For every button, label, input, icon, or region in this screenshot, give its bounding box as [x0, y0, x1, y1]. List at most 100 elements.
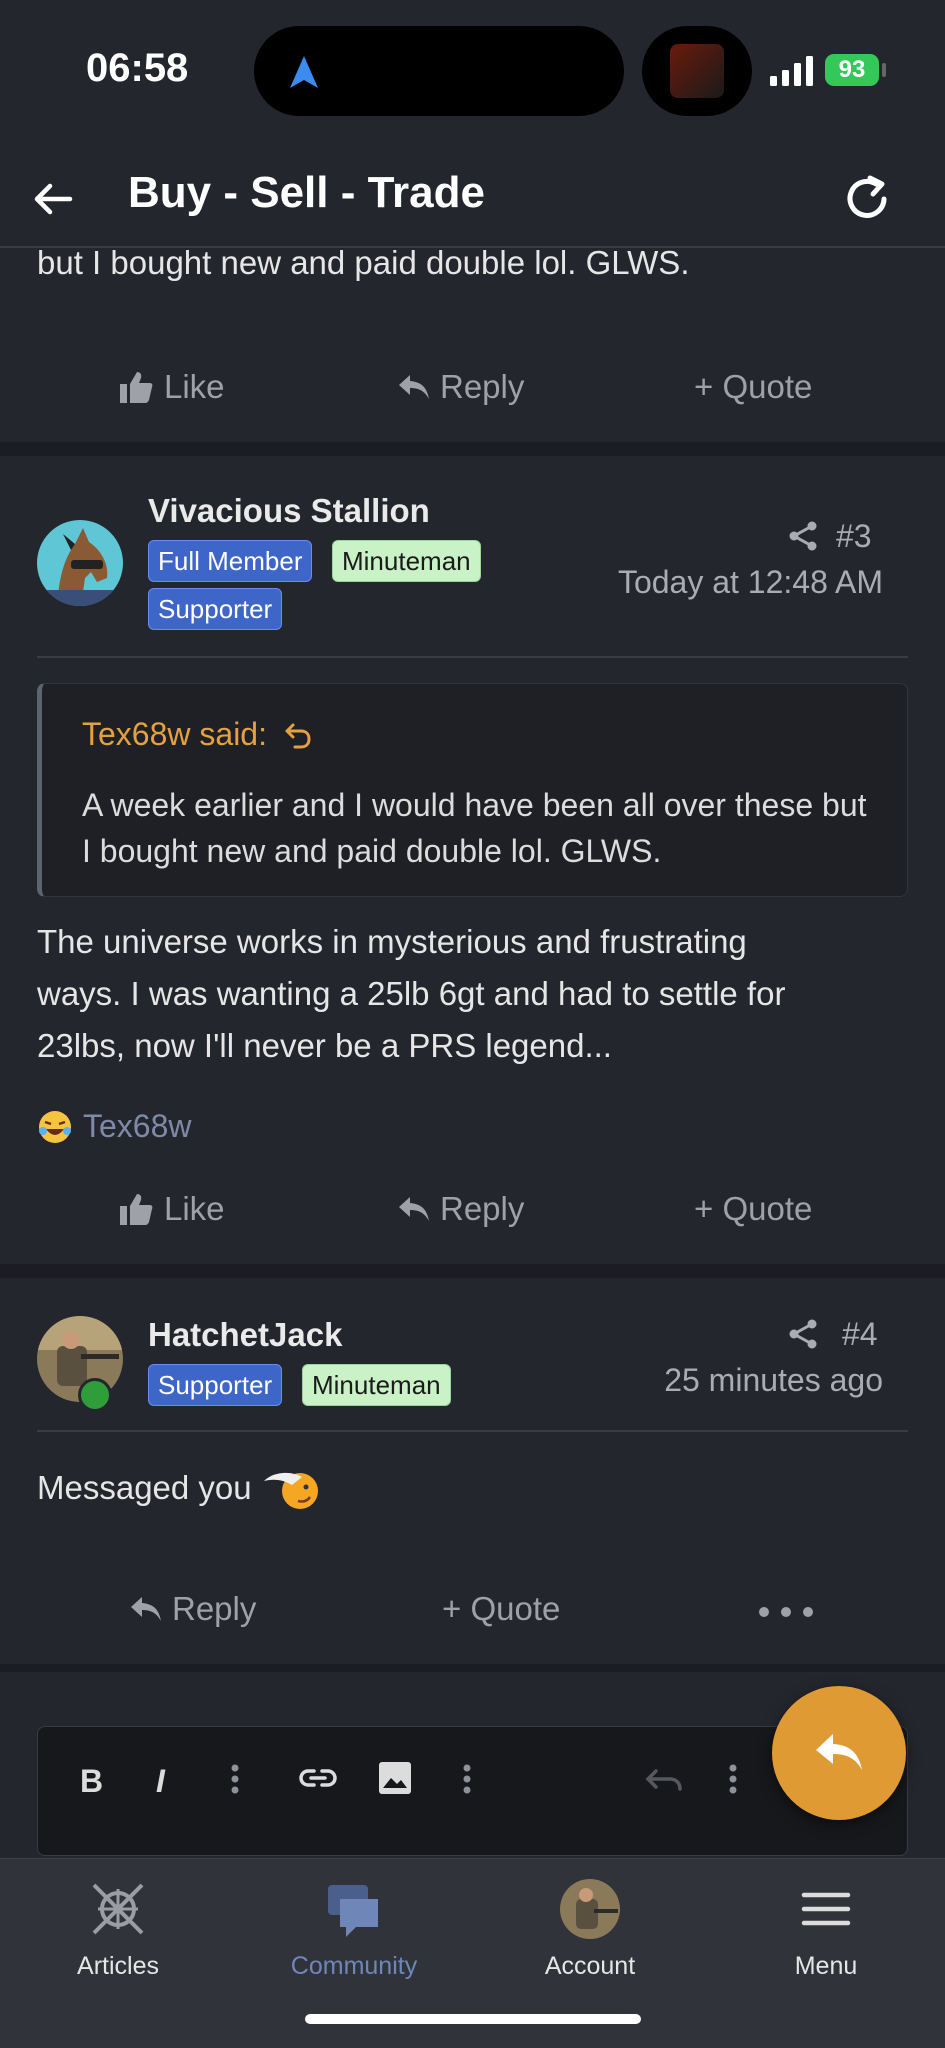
- like-label: Like: [164, 368, 225, 405]
- reply-button[interactable]: Reply: [398, 368, 524, 406]
- bold-button[interactable]: B: [80, 1763, 103, 1800]
- thumbs-up-icon: [120, 372, 153, 403]
- post-separator: [0, 1664, 945, 1672]
- more-options-button[interactable]: [756, 1606, 816, 1618]
- reply-fab-button[interactable]: [772, 1686, 906, 1820]
- post-timestamp[interactable]: Today at 12:48 AM: [618, 564, 883, 601]
- more-text-options-icon[interactable]: [230, 1763, 240, 1795]
- location-arrow-icon: [290, 56, 318, 88]
- post-number[interactable]: #4: [842, 1316, 878, 1353]
- post-actions: Reply + Quote: [0, 1580, 945, 1650]
- quote-button[interactable]: + Quote: [694, 368, 812, 406]
- status-time: 06:58: [86, 46, 189, 90]
- reaction-user[interactable]: Tex68w: [83, 1108, 192, 1145]
- post-body: The universe works in mysterious and fru…: [37, 916, 785, 1072]
- post-username[interactable]: Vivacious Stallion: [148, 492, 430, 530]
- share-icon[interactable]: [788, 520, 818, 552]
- signal-icon: [770, 56, 813, 86]
- chat-bubbles-icon: [328, 1885, 378, 1937]
- tab-community[interactable]: Community: [254, 1877, 454, 1981]
- podcast-artwork: [670, 44, 724, 98]
- quote-text: A week earlier and I would have been all…: [82, 787, 867, 869]
- post-body-line: 23lbs, now I'll never be a PRS legend...: [37, 1027, 612, 1064]
- thread-header: Buy - Sell - Trade: [0, 140, 945, 248]
- badge-supporter: Supporter: [148, 588, 283, 630]
- more-dots-icon: [759, 1607, 813, 1617]
- horse-avatar-icon: [37, 520, 123, 606]
- reply-label: Reply: [440, 368, 525, 405]
- like-label: Like: [164, 1190, 225, 1227]
- link-icon[interactable]: [298, 1765, 338, 1791]
- quote-author-label: Tex68w said:: [82, 716, 267, 752]
- reply-arrow-icon: [399, 1197, 429, 1221]
- reaction-summary[interactable]: Tex68w: [37, 1108, 192, 1145]
- online-status-icon: [78, 1378, 112, 1412]
- more-insert-options-icon[interactable]: [462, 1763, 472, 1795]
- badge-supporter: Supporter: [148, 1364, 283, 1406]
- now-playing-island[interactable]: [642, 26, 752, 116]
- tab-menu[interactable]: Menu: [726, 1877, 926, 1981]
- thumbs-up-icon: [120, 1194, 153, 1225]
- reply-label: Reply: [172, 1590, 257, 1627]
- reply-arrow-icon: [399, 375, 429, 399]
- saluting-face-emoji-icon: [263, 1472, 318, 1509]
- post-number[interactable]: #3: [836, 518, 872, 555]
- quote-button[interactable]: + Quote: [694, 1190, 812, 1228]
- reply-arrow-icon: [131, 1597, 161, 1621]
- tab-label: Articles: [77, 1952, 159, 1980]
- reply-button[interactable]: Reply: [130, 1590, 256, 1628]
- tab-articles[interactable]: Articles: [18, 1877, 218, 1981]
- back-arrow-icon[interactable]: [30, 176, 76, 222]
- badge-minuteman: Minuteman: [302, 1364, 451, 1406]
- post-timestamp[interactable]: 25 minutes ago: [664, 1362, 883, 1399]
- badge-full-member: Full Member: [148, 540, 313, 582]
- reply-arrow-icon: [816, 1734, 862, 1770]
- tab-account[interactable]: Account: [490, 1877, 690, 1981]
- post-header-divider: [37, 656, 908, 658]
- battery-indicator: 93: [825, 54, 879, 86]
- quote-author[interactable]: Tex68w said:: [82, 716, 312, 753]
- status-bar: 06:58 93: [0, 0, 945, 140]
- post-body-line: ways. I was wanting a 25lb 6gt and had t…: [37, 975, 786, 1012]
- quote-button[interactable]: + Quote: [442, 1590, 560, 1628]
- battery-level: 93: [838, 56, 866, 83]
- tab-label: Account: [544, 1952, 636, 1980]
- home-indicator[interactable]: [305, 2014, 641, 2024]
- italic-button[interactable]: I: [156, 1763, 165, 1800]
- reply-label: Reply: [440, 1190, 525, 1227]
- quoted-message: Tex68w said: A week earlier and I would …: [37, 683, 908, 897]
- like-button[interactable]: Like: [118, 368, 225, 406]
- previous-post-actions: Like Reply + Quote: [0, 358, 945, 428]
- tab-label: Menu: [794, 1952, 858, 1980]
- post-header-divider: [37, 1430, 908, 1432]
- post-body-text: Messaged you: [37, 1469, 252, 1506]
- tab-label: Community: [290, 1952, 418, 1980]
- page-title: Buy - Sell - Trade: [128, 168, 485, 217]
- post-body: Messaged you: [37, 1462, 320, 1514]
- quote-label: + Quote: [694, 1190, 813, 1227]
- more-editor-options-icon[interactable]: [728, 1763, 738, 1795]
- post-username[interactable]: HatchetJack: [148, 1316, 342, 1354]
- post-actions: Like Reply + Quote: [0, 1180, 945, 1250]
- quote-label: + Quote: [694, 368, 813, 405]
- avatar-icon: [560, 1879, 620, 1939]
- quote-label: + Quote: [442, 1590, 561, 1627]
- hamburger-icon: [801, 1892, 851, 1926]
- refresh-icon[interactable]: [840, 172, 894, 226]
- image-icon[interactable]: [378, 1761, 412, 1795]
- battery-tip: [882, 63, 886, 77]
- share-icon[interactable]: [788, 1318, 818, 1350]
- post-body-line: The universe works in mysterious and fru…: [37, 923, 747, 960]
- dynamic-island: [254, 26, 624, 116]
- post-separator: [0, 1264, 945, 1278]
- badge-minuteman: Minuteman: [332, 540, 481, 582]
- previous-post-text: but I bought new and paid double lol. GL…: [37, 244, 690, 281]
- post-separator: [0, 442, 945, 456]
- crosshair-icon: [92, 1883, 144, 1935]
- like-button[interactable]: Like: [118, 1190, 225, 1228]
- undo-icon[interactable]: [644, 1767, 684, 1791]
- laughing-emoji-icon: [39, 1110, 71, 1143]
- reply-button[interactable]: Reply: [398, 1190, 524, 1228]
- avatar-vivacious-stallion[interactable]: [37, 520, 123, 606]
- jump-to-quote-icon[interactable]: [284, 721, 312, 749]
